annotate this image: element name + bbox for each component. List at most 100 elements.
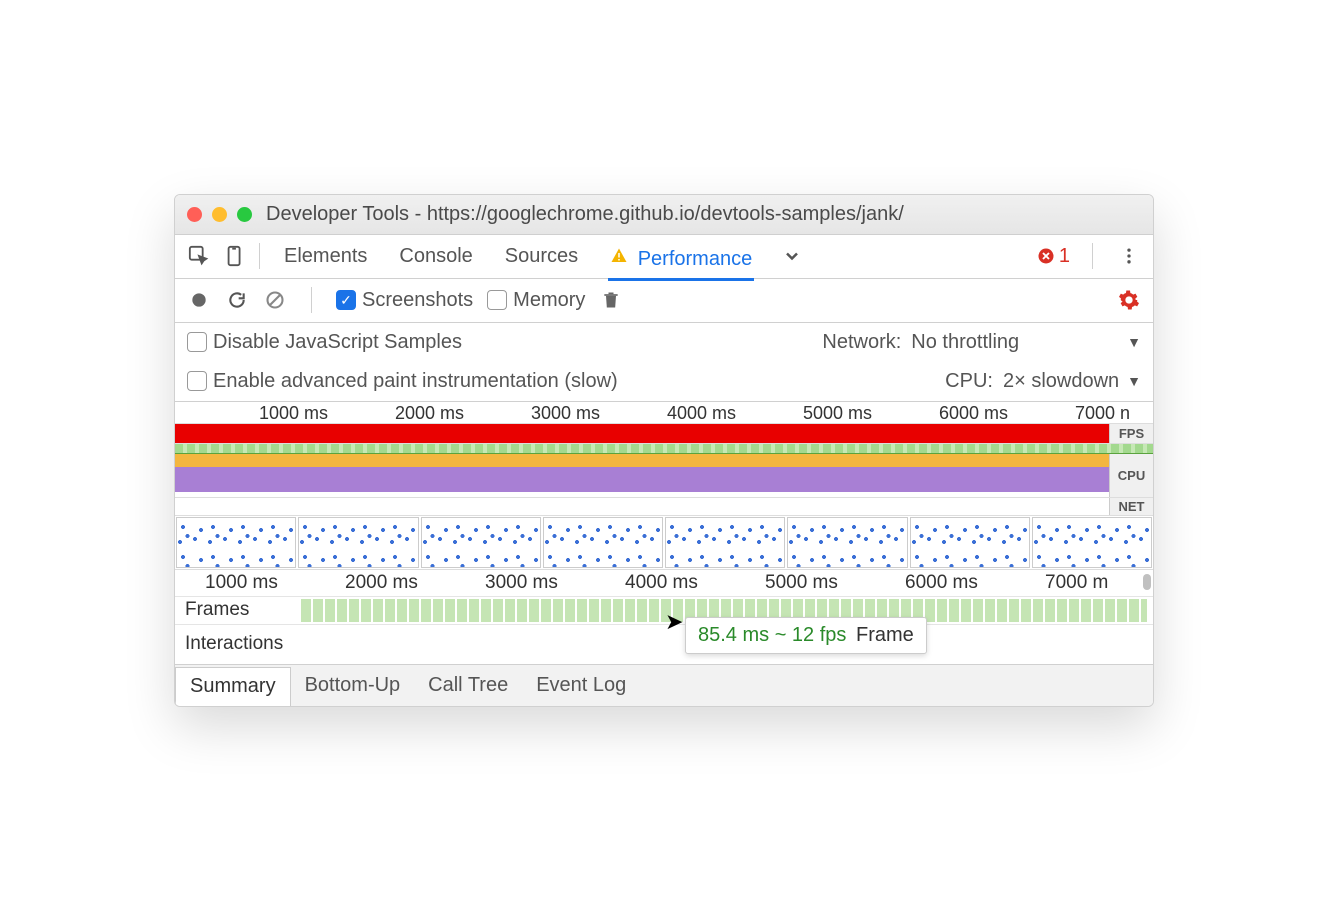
tab-elements[interactable]: Elements	[282, 235, 369, 278]
cpu-lane: CPU	[175, 454, 1153, 498]
ruler-tick: 4000 ms	[625, 572, 698, 594]
network-value: No throttling	[911, 331, 1019, 354]
tab-bottom-up[interactable]: Bottom-Up	[291, 665, 415, 706]
network-label: Network:	[822, 331, 901, 354]
tab-performance[interactable]: Performance	[608, 232, 754, 281]
ruler-tick: 6000 ms	[939, 403, 1008, 424]
ruler-tick: 1000 ms	[259, 403, 328, 424]
screenshot-thumbnail[interactable]	[1032, 517, 1152, 568]
error-indicator[interactable]: 1	[1037, 245, 1070, 268]
fps-green-bar	[175, 444, 1153, 454]
ruler-tick: 1000 ms	[205, 572, 278, 594]
fps-lane-label: FPS	[1109, 424, 1153, 443]
record-icon[interactable]	[187, 288, 211, 312]
chevron-down-icon: ▼	[1127, 373, 1141, 389]
more-tabs-icon[interactable]	[782, 242, 802, 270]
warning-icon	[610, 242, 628, 270]
traffic-lights	[187, 207, 252, 222]
net-lane: NET	[175, 498, 1153, 516]
frame-tooltip: 85.4 ms ~ 12 fps Frame	[685, 617, 927, 654]
enable-paint-checkbox[interactable]: Enable advanced paint instrumentation (s…	[187, 370, 618, 393]
ruler-tick: 4000 ms	[667, 403, 736, 424]
frames-track[interactable]: Frames ➤ 85.4 ms ~ 12 fps Frame	[175, 596, 1153, 624]
device-toolbar-icon[interactable]	[221, 242, 249, 270]
settings-row-1: Disable JavaScript Samples Network: No t…	[175, 323, 1153, 362]
tab-summary[interactable]: Summary	[175, 667, 291, 706]
ruler-tick: 2000 ms	[345, 572, 418, 594]
ruler-tick: 7000 n	[1075, 403, 1130, 424]
checkbox-icon	[187, 371, 207, 391]
kebab-menu-icon[interactable]	[1115, 242, 1143, 270]
cursor-icon: ➤	[665, 609, 683, 635]
divider	[311, 287, 312, 313]
tab-call-tree[interactable]: Call Tree	[414, 665, 522, 706]
screenshots-label: Screenshots	[362, 289, 473, 312]
close-window-button[interactable]	[187, 207, 202, 222]
tooltip-label: Frame	[856, 624, 914, 646]
titlebar: Developer Tools - https://googlechrome.g…	[175, 195, 1153, 235]
disable-js-checkbox[interactable]: Disable JavaScript Samples	[187, 331, 462, 354]
clear-icon[interactable]	[263, 288, 287, 312]
tooltip-time: 85.4 ms ~ 12 fps	[698, 624, 846, 646]
enable-paint-label: Enable advanced paint instrumentation (s…	[213, 370, 618, 393]
details-tabs: Summary Bottom-Up Call Tree Event Log	[175, 664, 1153, 706]
fps-graph	[175, 424, 1109, 443]
screenshot-thumbnail[interactable]	[421, 517, 541, 568]
devtools-tabstrip: Elements Console Sources Performance 1	[175, 235, 1153, 279]
interactions-track[interactable]: Interactions	[175, 624, 1153, 664]
memory-label: Memory	[513, 289, 585, 312]
screenshot-thumbnail[interactable]	[176, 517, 296, 568]
cpu-graph	[175, 454, 1109, 497]
fps-lane: FPS	[175, 424, 1153, 444]
panel-tabs: Elements Console Sources Performance	[282, 232, 802, 281]
ruler-tick: 3000 ms	[531, 403, 600, 424]
screenshot-thumbnail[interactable]	[787, 517, 907, 568]
ruler-tick: 6000 ms	[905, 572, 978, 594]
screenshot-thumbnail[interactable]	[543, 517, 663, 568]
interactions-track-label: Interactions	[175, 625, 295, 664]
disable-js-label: Disable JavaScript Samples	[213, 331, 462, 354]
network-throttling-dropdown[interactable]: No throttling ▼	[911, 331, 1141, 354]
tab-event-log[interactable]: Event Log	[522, 665, 640, 706]
cpu-value: 2× slowdown	[1003, 370, 1119, 393]
tab-console[interactable]: Console	[397, 235, 474, 278]
settings-gear-icon[interactable]	[1117, 288, 1141, 312]
screenshot-strip	[175, 516, 1153, 570]
frames-track-label: Frames	[175, 597, 295, 624]
cpu-lane-label: CPU	[1109, 454, 1153, 497]
ruler-tick: 2000 ms	[395, 403, 464, 424]
reload-icon[interactable]	[225, 288, 249, 312]
screenshot-thumbnail[interactable]	[298, 517, 418, 568]
ruler-tick: 5000 ms	[803, 403, 872, 424]
chevron-down-icon: ▼	[1127, 334, 1141, 350]
net-lane-label: NET	[1109, 498, 1153, 515]
performance-toolbar: ✓ Screenshots Memory	[175, 279, 1153, 323]
window-title: Developer Tools - https://googlechrome.g…	[266, 203, 904, 226]
trash-icon[interactable]	[599, 288, 623, 312]
flamechart-ruler[interactable]: 1000 ms 2000 ms 3000 ms 4000 ms 5000 ms …	[175, 570, 1153, 596]
screenshot-thumbnail[interactable]	[910, 517, 1030, 568]
minimize-window-button[interactable]	[212, 207, 227, 222]
timeline-overview[interactable]: 1000 ms 2000 ms 3000 ms 4000 ms 5000 ms …	[175, 401, 1153, 664]
devtools-window: Developer Tools - https://googlechrome.g…	[174, 194, 1154, 707]
divider	[1092, 243, 1093, 269]
checkbox-icon: ✓	[336, 290, 356, 310]
divider	[259, 243, 260, 269]
ruler-tick: 3000 ms	[485, 572, 558, 594]
cpu-throttling-dropdown[interactable]: 2× slowdown ▼	[1003, 370, 1141, 393]
net-graph	[175, 498, 1109, 515]
overview-ruler[interactable]: 1000 ms 2000 ms 3000 ms 4000 ms 5000 ms …	[175, 402, 1153, 424]
screenshots-checkbox[interactable]: ✓ Screenshots	[336, 289, 473, 312]
settings-row-2: Enable advanced paint instrumentation (s…	[175, 362, 1153, 401]
inspect-element-icon[interactable]	[185, 242, 213, 270]
cpu-label: CPU:	[945, 370, 993, 393]
tab-sources[interactable]: Sources	[503, 235, 580, 278]
maximize-window-button[interactable]	[237, 207, 252, 222]
screenshot-thumbnail[interactable]	[665, 517, 785, 568]
checkbox-icon	[187, 332, 207, 352]
ruler-tick: 7000 m	[1045, 572, 1108, 594]
ruler-tick: 5000 ms	[765, 572, 838, 594]
error-count: 1	[1059, 245, 1070, 268]
scrollbar-handle[interactable]	[1143, 574, 1151, 590]
memory-checkbox[interactable]: Memory	[487, 289, 585, 312]
